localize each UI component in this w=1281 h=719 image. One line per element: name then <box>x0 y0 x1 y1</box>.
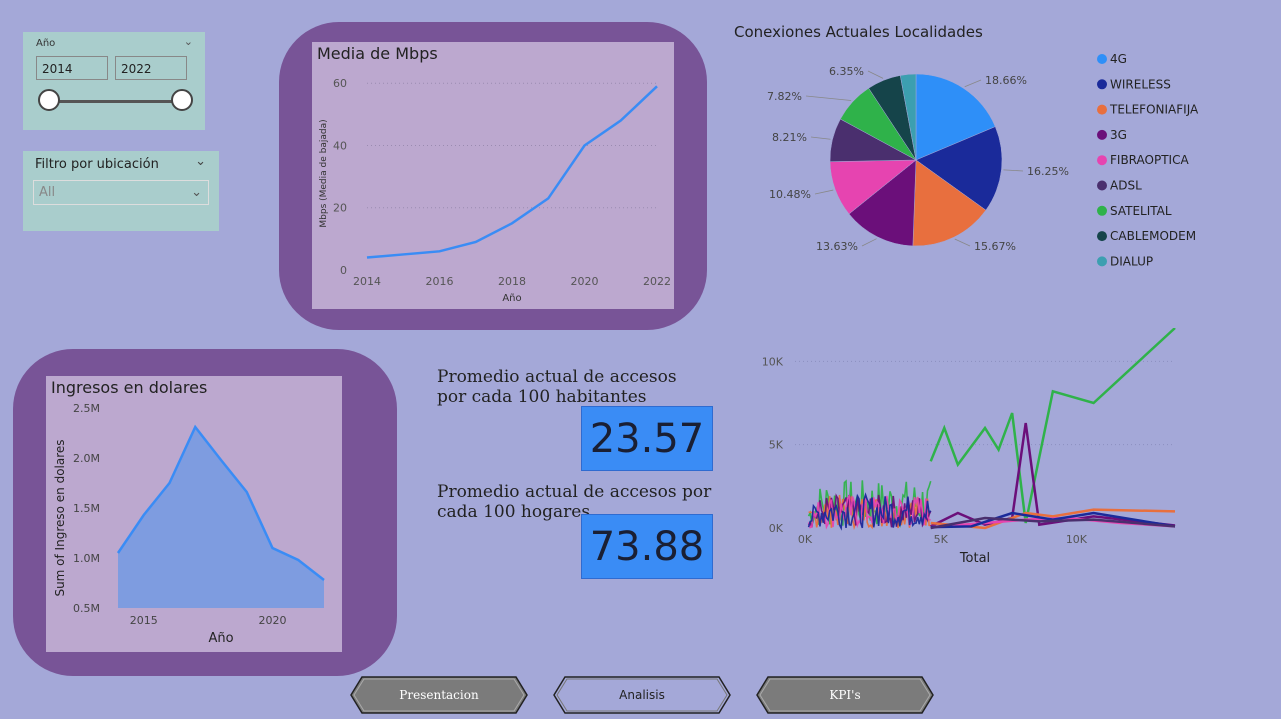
income-area-fill <box>118 427 324 608</box>
legend-marker-4g <box>1097 54 1107 64</box>
pie-label-leader <box>964 79 982 88</box>
year-slider-track[interactable] <box>50 100 182 103</box>
legend-label-wireless: WIRELESS <box>1110 77 1171 91</box>
pie-label-cablemodem: 6.35% <box>829 65 864 78</box>
y-tick-label: 10K <box>762 355 784 368</box>
y-tick-label: 60 <box>333 77 347 90</box>
pie-label-fibraoptica: 10.48% <box>769 188 811 201</box>
legend-marker-telefoniafija <box>1097 104 1107 115</box>
kpi-habitantes-label: Promedio actual de accesos por cada 100 … <box>437 367 677 407</box>
x-tick-label: 2016 <box>426 275 454 288</box>
location-filter-label: Filtro por ubicación <box>35 157 159 172</box>
x-tick-label: 2015 <box>130 614 158 627</box>
y-tick-label: 1.5M <box>73 502 100 515</box>
mbps-line-chart: 0 20 40 60 2014 2016 2018 2020 2022 Año Mbps (Medi… <box>319 77 671 304</box>
legend-marker-satelital <box>1097 205 1107 216</box>
analisis-button[interactable]: Analisis <box>553 676 731 714</box>
pie-label-leader <box>861 238 877 247</box>
pie-label-wireless: 16.25% <box>1027 165 1069 178</box>
pie-label-leader <box>805 95 852 101</box>
kpi-hogares-label-line1: Promedio actual de accesos por <box>437 482 712 502</box>
mbps-chart: Media de Mbps 0 20 40 60 2014 2016 2018 2020 202… <box>312 42 674 309</box>
x-tick-label: 2018 <box>498 275 526 288</box>
legend-marker-cablemodem <box>1097 231 1107 242</box>
pie-label-leader <box>814 189 834 195</box>
x-tick-label: 10K <box>1066 533 1088 546</box>
location-dropdown[interactable]: All ⌄ <box>33 180 209 205</box>
y-tick-label: 2.0M <box>73 452 100 465</box>
y-tick-label: 0 <box>340 264 347 277</box>
x-tick-label: 0K <box>798 533 813 546</box>
year-slicer-label: Año <box>36 38 56 49</box>
x-axis-label: Año <box>502 293 521 304</box>
pie-label-telefoniafija: 15.67% <box>974 240 1016 253</box>
y-tick-label: 40 <box>333 139 347 152</box>
pie-label-satelital: 7.82% <box>767 90 802 103</box>
pie-label-leader <box>1003 169 1024 172</box>
y-tick-label: 1.0M <box>73 552 100 565</box>
x-axis-label: Total <box>959 551 990 566</box>
year-slider-end-handle[interactable] <box>171 89 193 111</box>
y-tick-label: 5K <box>769 439 784 452</box>
location-dropdown-value: All <box>39 185 56 200</box>
legend-label-4g: 4G <box>1110 52 1127 66</box>
y-tick-label: 20 <box>333 202 347 215</box>
pie-label-adsl: 8.21% <box>772 131 807 144</box>
y-axis-label: Mbps (Media de bajada) <box>319 119 329 227</box>
presentacion-button[interactable]: Presentacion <box>350 676 528 714</box>
legend-marker-wireless <box>1097 79 1107 90</box>
chevron-down-icon: ⌄ <box>191 185 202 200</box>
legend-marker-fibraoptica <box>1097 155 1107 166</box>
legend-label-satelital: SATELITAL <box>1110 204 1172 218</box>
kpi-habitantes-value: 23.57 <box>581 406 713 471</box>
pie-label-leader <box>867 70 884 79</box>
legend-label-adsl: ADSL <box>1110 179 1142 193</box>
legend-label-cablemodem: CABLEMODEM <box>1110 229 1196 243</box>
year-slicer[interactable]: Año ⌄ 2014 2022 <box>23 32 205 130</box>
year-start-input[interactable]: 2014 <box>36 56 108 80</box>
income-chart: Ingresos en dolares 0.5M 1.0M 1.5M 2.0M 2.5M… <box>46 376 342 652</box>
series-line-0 <box>929 328 1176 524</box>
x-tick-label: 2022 <box>643 275 671 288</box>
legend-marker-adsl <box>1097 180 1107 191</box>
pie-label-3g: 13.63% <box>816 240 858 253</box>
mbps-series-line <box>366 85 658 259</box>
legend-marker-dialup <box>1097 256 1107 267</box>
y-axis-label: Sum of Ingreso en dolares <box>53 439 67 596</box>
legend-label-fibraoptica: FIBRAOPTICA <box>1110 153 1189 167</box>
connections-pie-chart: 18.66% 16.25% 15.67% 13.63% 10.48% 8.21% 7.82%… <box>767 52 1199 268</box>
presentacion-button-label: Presentacion <box>399 688 479 702</box>
income-area-chart: 0.5M 1.0M 1.5M 2.0M 2.5M 2015 2020 Año Sum of In… <box>53 402 325 646</box>
kpi-habitantes-label-line1: Promedio actual de accesos <box>437 367 677 387</box>
chevron-down-icon[interactable]: ⌄ <box>184 35 193 48</box>
x-axis-label: Año <box>208 631 233 646</box>
analisis-button-label: Analisis <box>619 688 665 702</box>
y-tick-label: 0K <box>769 522 784 535</box>
year-slider-start-handle[interactable] <box>38 89 60 111</box>
location-filter: Filtro por ubicación ⌄ All ⌄ <box>23 151 219 231</box>
chevron-down-icon[interactable]: ⌄ <box>195 154 206 169</box>
pie-label-4g: 18.66% <box>985 74 1027 87</box>
legend-label-dialup: DIALUP <box>1110 254 1153 268</box>
kpis-button[interactable]: KPI's <box>756 676 934 714</box>
pie-chart-title: Conexiones Actuales Localidades <box>734 23 983 41</box>
year-end-input[interactable]: 2022 <box>115 56 187 80</box>
legend-label-telefoniafija: TELEFONIAFIJA <box>1109 103 1199 117</box>
kpis-button-label: KPI's <box>829 688 861 702</box>
pie-label-leader <box>810 136 831 140</box>
x-tick-label: 2020 <box>571 275 599 288</box>
legend-label-3g: 3G <box>1110 128 1127 142</box>
kpi-habitantes-label-line2: por cada 100 habitantes <box>437 387 647 407</box>
totals-line-chart: 0K 5K 10K 0K 5K 10K Total <box>762 328 1176 566</box>
x-tick-label: 2014 <box>353 275 381 288</box>
y-tick-label: 0.5M <box>73 602 100 615</box>
y-tick-label: 2.5M <box>73 402 100 415</box>
x-tick-label: 5K <box>934 533 949 546</box>
x-tick-label: 2020 <box>259 614 287 627</box>
legend-marker-3g <box>1097 129 1107 140</box>
kpi-hogares-value: 73.88 <box>581 514 713 579</box>
pie-label-leader <box>954 238 971 247</box>
